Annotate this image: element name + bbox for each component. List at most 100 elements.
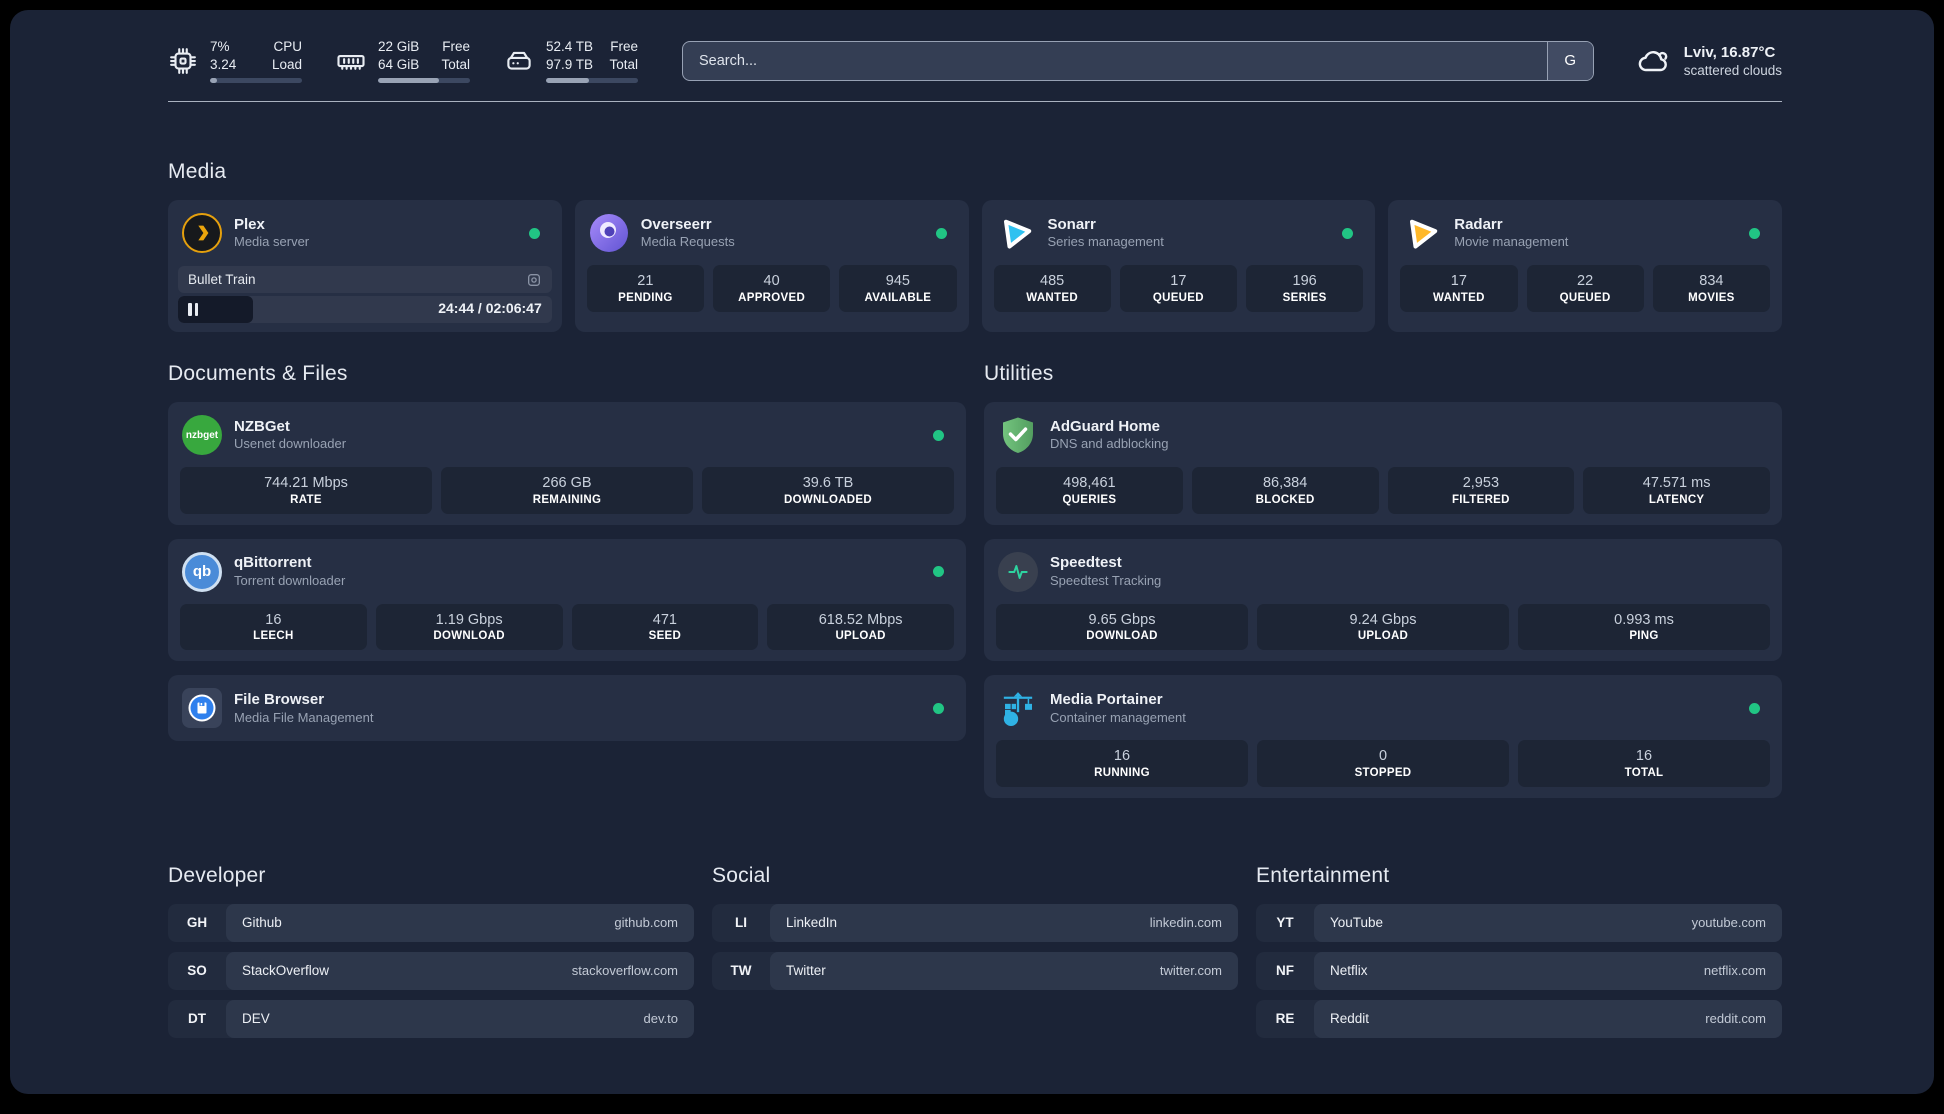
nzbget-icon: nzbget xyxy=(182,415,222,456)
stat-latency: 47.571 ms LATENCY xyxy=(1583,467,1770,514)
status-dot xyxy=(1749,227,1760,239)
stat-leech: 16 LEECH xyxy=(180,603,367,651)
stat-rate: 744.21 Mbps RATE xyxy=(180,467,432,514)
bookmark-twitter[interactable]: TW Twitter twitter.com xyxy=(712,951,1238,990)
service-description: Media Requests xyxy=(640,234,735,250)
service-card-speedtest[interactable]: Speedtest Speedtest Tracking 9.65 Gbps D… xyxy=(984,538,1782,662)
bookmark-url: reddit.com xyxy=(1705,1011,1766,1027)
bookmark-abbr: YT xyxy=(1276,915,1294,931)
service-name: File Browser xyxy=(234,691,325,709)
cpu-usage: 7% xyxy=(210,39,230,54)
bookmark-youtube[interactable]: YT YouTube youtube.com xyxy=(1256,903,1782,942)
bookmark-github[interactable]: GH Github github.com xyxy=(168,903,694,942)
status-dot xyxy=(1749,702,1760,714)
memory-progress-bar xyxy=(378,78,470,84)
bookmark-name: Reddit xyxy=(1330,1011,1370,1027)
service-card-qbittorrent[interactable]: qb qBittorrent Torrent downloader 16 LEE… xyxy=(168,538,966,662)
top-bar: 7% 3.24 CPU Load 22 GiB 64 GiB Free Tota… xyxy=(168,38,1782,84)
service-card-nzbget[interactable]: nzbget NZBGet Usenet downloader 744.21 M… xyxy=(168,402,966,525)
bookmark-name: DEV xyxy=(242,1011,270,1027)
status-dot xyxy=(933,429,944,441)
stat-queued: 22 QUEUED xyxy=(1526,265,1644,312)
service-description: Media File Management xyxy=(234,709,374,725)
service-card-adguard[interactable]: AdGuard Home DNS and adblocking 498,461 … xyxy=(984,402,1782,525)
status-dot xyxy=(1342,227,1354,239)
stat-download: 1.19 Gbps DOWNLOAD xyxy=(375,603,563,651)
service-card-sonarr[interactable]: Sonarr Series management 485 WANTED 17 Q… xyxy=(981,200,1376,333)
stat-seed: 471 SEED xyxy=(571,603,759,651)
pause-icon xyxy=(188,303,198,317)
weather-location-temp: Lviv, 16.87°C xyxy=(1683,43,1776,61)
disk-total: 97.9 TB xyxy=(546,56,594,72)
service-name: Overseerr xyxy=(640,215,712,233)
bookmark-name: Github xyxy=(242,915,282,931)
disk-free: 52.4 TB xyxy=(546,39,594,54)
section-title-developer: Developer xyxy=(168,863,266,887)
weather-condition: scattered clouds xyxy=(1683,63,1782,79)
service-card-plex[interactable]: Plex Media server Bullet Train 24:44 / 0… xyxy=(168,200,562,333)
radarr-icon xyxy=(1402,213,1442,253)
stat-available: 945 AVAILABLE xyxy=(839,265,957,312)
status-dot xyxy=(933,702,944,714)
bookmark-abbr: NF xyxy=(1276,963,1294,979)
status-dot xyxy=(933,566,944,578)
service-name: AdGuard Home xyxy=(1050,417,1161,435)
service-card-filebrowser[interactable]: File Browser Media File Management xyxy=(168,675,966,742)
cpu-progress-bar xyxy=(210,78,302,84)
bookmark-url: stackoverflow.com xyxy=(571,963,678,979)
stat-pending: 21 PENDING xyxy=(586,265,704,312)
service-name: Plex xyxy=(234,215,265,233)
bookmark-reddit[interactable]: RE Reddit reddit.com xyxy=(1256,999,1782,1038)
service-card-radarr[interactable]: Radarr Movie management 17 WANTED 22 QUE… xyxy=(1388,200,1782,333)
bookmark-url: youtube.com xyxy=(1691,915,1766,931)
status-dot xyxy=(528,227,540,239)
service-description: Container management xyxy=(1050,709,1186,725)
service-card-portainer[interactable]: Media Portainer Container management 16 … xyxy=(984,675,1782,798)
stat-blocked: 86,384 BLOCKED xyxy=(1191,467,1379,514)
bookmark-abbr: LI xyxy=(735,915,747,931)
cpu-load: 3.24 xyxy=(210,56,237,72)
bookmark-group-entertainment: Entertainment YT YouTube youtube.com NF … xyxy=(1256,864,1782,1038)
service-name: NZBGet xyxy=(234,417,290,435)
memory-free: 22 GiB xyxy=(378,39,420,54)
bookmark-url: linkedin.com xyxy=(1149,915,1222,931)
service-name: qBittorrent xyxy=(234,554,312,572)
service-name: Radarr xyxy=(1454,215,1503,233)
service-description: Usenet downloader xyxy=(234,436,347,452)
bookmark-name: YouTube xyxy=(1330,915,1384,931)
adguard-icon xyxy=(998,415,1038,455)
plex-icon xyxy=(182,213,222,254)
bookmark-url: github.com xyxy=(614,915,678,931)
service-name: Speedtest xyxy=(1050,554,1122,572)
service-description: Torrent downloader xyxy=(234,572,346,588)
stat-ping: 0.993 ms PING xyxy=(1518,603,1770,651)
bookmark-netflix[interactable]: NF Netflix netflix.com xyxy=(1256,951,1782,990)
filebrowser-icon xyxy=(182,688,222,729)
bookmark-abbr: DT xyxy=(188,1011,206,1027)
memory-labels: Free Total xyxy=(441,39,470,72)
bookmark-dev[interactable]: DT DEV dev.to xyxy=(168,999,694,1038)
section-title-documents: Documents & Files xyxy=(168,362,348,386)
search-provider-button[interactable]: G xyxy=(1546,41,1593,80)
bookmark-stackoverflow[interactable]: SO StackOverflow stackoverflow.com xyxy=(168,951,694,990)
stat-downloaded: 39.6 TB DOWNLOADED xyxy=(702,467,954,514)
plex-now-playing: Bullet Train 24:44 / 02:06:47 xyxy=(178,266,552,324)
dashboard: 7% 3.24 CPU Load 22 GiB 64 GiB Free Tota… xyxy=(10,10,1934,1094)
stat-stopped: 0 STOPPED xyxy=(1257,740,1509,787)
bookmark-group-social: Social LI LinkedIn linkedin.com TW Twitt… xyxy=(712,864,1238,1038)
section-utilities: Utilities AdGuard Home DNS and adblockin… xyxy=(984,362,1782,798)
memory-icon xyxy=(337,54,365,70)
stat-download: 9.65 Gbps DOWNLOAD xyxy=(996,603,1248,651)
service-card-overseerr[interactable]: Overseerr Media Requests 21 PENDING 40 A… xyxy=(574,200,969,333)
service-name: Sonarr xyxy=(1047,215,1096,233)
memory-widget: 22 GiB 64 GiB Free Total xyxy=(336,38,470,84)
section-documents: Documents & Files nzbget NZBGet Usenet d… xyxy=(168,362,966,798)
memory-total: 64 GiB xyxy=(378,56,420,72)
disk-progress-bar xyxy=(546,78,638,84)
section-title-social: Social xyxy=(712,863,771,887)
bookmark-linkedin[interactable]: LI LinkedIn linkedin.com xyxy=(712,903,1238,942)
search-input[interactable] xyxy=(683,41,1547,80)
service-description: Media server xyxy=(234,234,310,250)
bookmark-name: StackOverflow xyxy=(242,963,330,979)
cpu-icon xyxy=(170,47,196,74)
